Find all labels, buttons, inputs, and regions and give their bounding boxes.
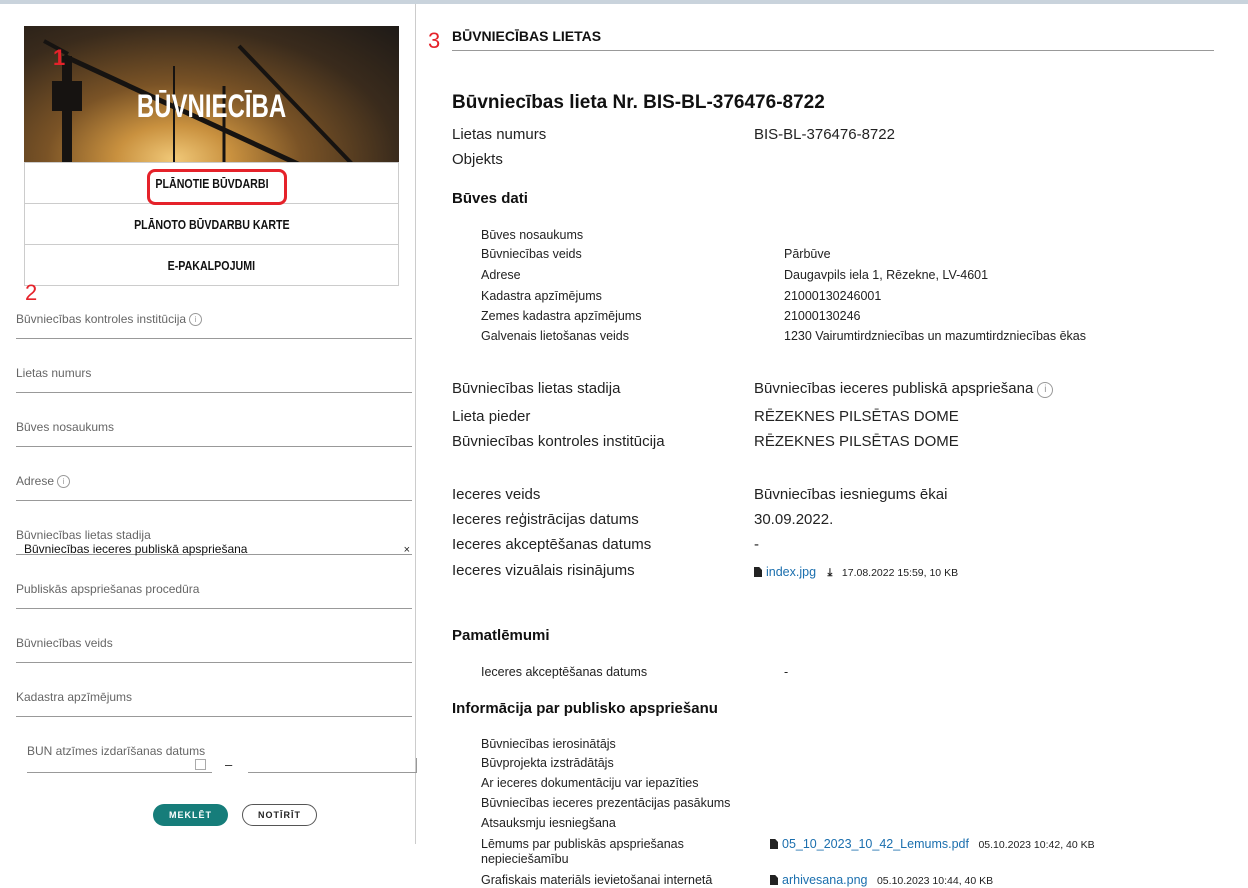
filter-buves-nosaukums[interactable]: Būves nosaukums [16, 406, 412, 447]
download-icon[interactable]: ⤓ [828, 567, 833, 580]
detail-label: Atsauksmju iesniegšana [481, 816, 616, 830]
row-value: RĒZEKNES PILSĒTAS DOME [754, 433, 959, 450]
filter-apspriesanas-procedura[interactable]: Publiskās apspriešanas procedūra [16, 568, 412, 609]
clear-button[interactable]: NOTĪRĪT [242, 804, 317, 826]
detail-value: 21000130246 [784, 309, 861, 323]
row-value: 30.09.2022. [754, 511, 834, 528]
detail-label: Būves nosaukums [481, 228, 584, 242]
row-label: Objekts [452, 151, 503, 168]
detail-label: Būvniecības ierosinātājs [481, 737, 616, 751]
row-label: Būvniecības lietas stadija [452, 380, 621, 397]
detail-label: Adrese [481, 268, 521, 282]
selected-value: Būvniecības ieceres publiskā apspriešana [24, 542, 248, 556]
row-value: BIS-BL-376476-8722 [754, 126, 895, 143]
nav-buvdarbu-karte[interactable]: PLĀNOTO BŪVDARBU KARTE [24, 203, 399, 245]
marker-1: 1 [53, 45, 66, 70]
file-icon [754, 567, 762, 577]
info-icon[interactable]: i [1037, 382, 1054, 398]
file-icon [770, 875, 778, 885]
detail-label: Būvprojekta izstrādātājs [481, 756, 614, 770]
buves-dati-title: Būves dati [452, 190, 528, 207]
detail-label: Ar ieceres dokumentāciju var iepazīties [481, 776, 699, 790]
highlight-annotation [147, 169, 287, 205]
detail-label: Būvniecības veids [481, 247, 582, 261]
filter-lietas-stadija[interactable]: Būvniecības lietas stadija Būvniecības i… [16, 514, 412, 556]
file-link[interactable]: 05_10_2023_10_42_Lemums.pdf [782, 837, 969, 851]
row-label: Ieceres reģistrācijas datums [452, 511, 639, 528]
file-link[interactable]: arhivesana.png [782, 873, 867, 887]
hero-banner: BŪVNIECĪBA [24, 26, 399, 166]
info-icon: i [189, 313, 203, 326]
case-title: Būvniecības lieta Nr. BIS-BL-376476-8722 [452, 92, 825, 113]
hero-title: BŪVNIECĪBA [136, 88, 287, 124]
filter-buvniecibas-veids[interactable]: Būvniecības veids [16, 622, 412, 663]
file-row: arhivesana.png 05.10.2023 10:44, 40 KB [770, 873, 993, 887]
filter-lietas-numurs[interactable]: Lietas numurs [16, 352, 412, 393]
filter-kadastra-apzimejums[interactable]: Kadastra apzīmējums [16, 676, 412, 717]
row-label: Lieta pieder [452, 408, 531, 425]
filter-adrese[interactable]: Adrese i [16, 460, 412, 501]
clear-icon[interactable]: × [404, 544, 410, 556]
pamatlemumi-title: Pamatlēmumi [452, 627, 550, 644]
date-to-input[interactable] [248, 758, 417, 773]
detail-value: Daugavpils iela 1, Rēzekne, LV-4601 [784, 268, 989, 282]
file-link[interactable]: index.jpg [766, 565, 816, 579]
detail-label: Ieceres akceptēšanas datums [481, 665, 648, 679]
row-value: Būvniecības ieceres publiskā apspriešana… [754, 380, 1054, 398]
info-icon: i [57, 475, 71, 488]
search-button[interactable]: MEKLĒT [153, 804, 228, 826]
row-value: RĒZEKNES PILSĒTAS DOME [754, 408, 959, 425]
date-label: BUN atzīmes izdarīšanas datums [27, 744, 206, 758]
detail-value: 21000130246001 [784, 289, 882, 303]
detail-label: Būvniecības ieceres prezentācijas pasāku… [481, 796, 731, 810]
detail-label: Zemes kadastra apzīmējums [481, 309, 642, 323]
row-label: Ieceres vizuālais risinājums [452, 562, 635, 579]
marker-3: 3 [428, 28, 441, 53]
date-separator: – [225, 757, 233, 772]
detail-label: Galvenais lietošanas veids [481, 329, 629, 343]
file-icon [770, 839, 778, 849]
divider [452, 50, 1214, 51]
detail-label: Lēmums par publiskās apspriešanas nepieci… [481, 837, 684, 866]
file-row: index.jpg ⤓ 17.08.2022 15:59, 10 KB [754, 565, 958, 580]
row-label: Ieceres veids [452, 486, 541, 503]
section-title: BŪVNIECĪBAS LIETAS [452, 28, 602, 44]
row-label: Būvniecības kontroles institūcija [452, 433, 665, 450]
file-row: 05_10_2023_10_42_Lemums.pdf 05.10.2023 1… [770, 837, 1095, 851]
detail-label: Grafiskais materiāls ievietošanai intern… [481, 873, 713, 887]
date-from-input[interactable] [27, 758, 212, 773]
apspriesana-title: Informācija par publisko apspriešanu [452, 700, 718, 717]
filter-kontroles-institucija[interactable]: Būvniecības kontroles institūcija i [16, 298, 412, 339]
detail-value: - [784, 665, 789, 679]
calendar-icon[interactable] [195, 759, 206, 770]
detail-value: 1230 Vairumtirdzniecības un mazumtirdzni… [784, 329, 1086, 343]
row-value: - [754, 536, 759, 553]
detail-value: Pārbūve [784, 247, 831, 261]
detail-label: Kadastra apzīmējums [481, 289, 602, 303]
row-value: Būvniecības iesniegums ēkai [754, 486, 948, 503]
row-label: Ieceres akceptēšanas datums [452, 536, 652, 553]
nav-e-pakalpojumi[interactable]: E-PAKALPOJUMI [24, 244, 399, 286]
row-label: Lietas numurs [452, 126, 547, 143]
